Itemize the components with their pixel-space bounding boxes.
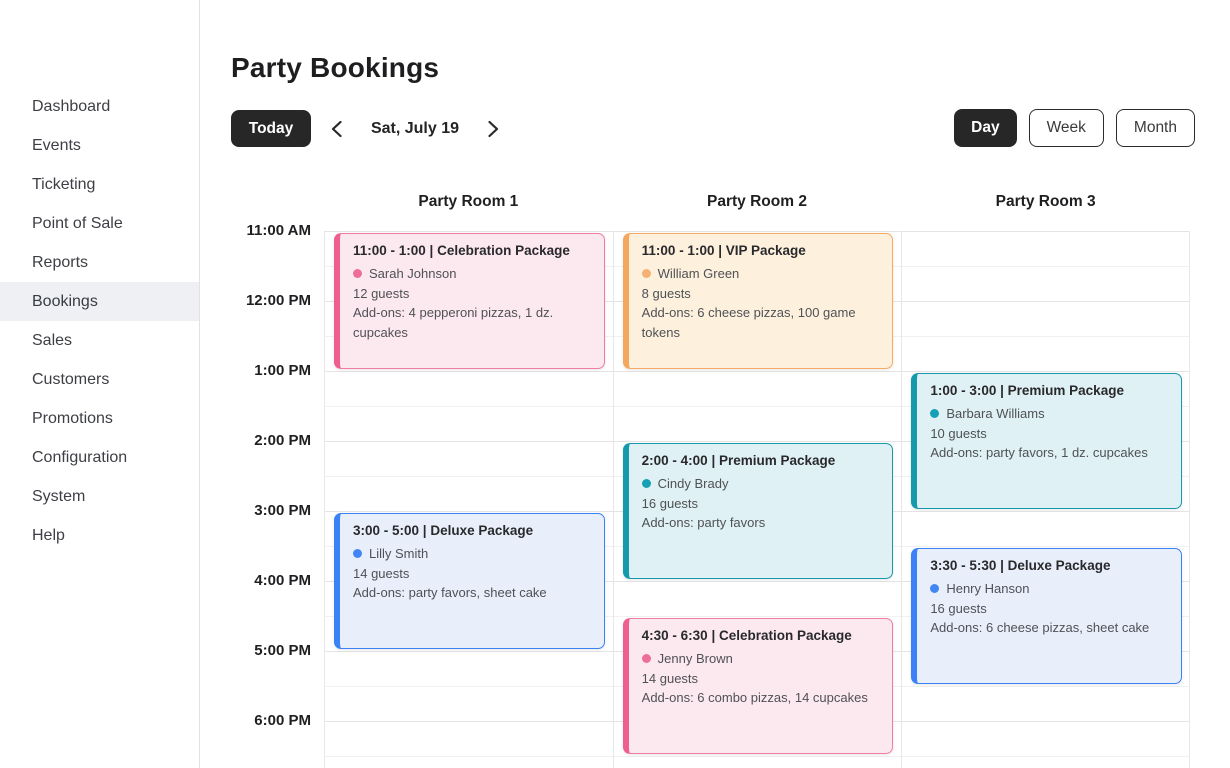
event-title: 11:00 - 1:00 | VIP Package xyxy=(642,243,881,258)
customer-name: Henry Hanson xyxy=(946,579,1029,599)
room-1-column[interactable]: 11:00 - 1:00 | Celebration Package Sarah… xyxy=(324,231,613,768)
event-addons: Add-ons: party favors xyxy=(642,513,881,533)
event-guests: 14 guests xyxy=(642,669,881,689)
sidebar-item-customers[interactable]: Customers xyxy=(0,360,199,399)
event-addons: Add-ons: 6 cheese pizzas, sheet cake xyxy=(930,618,1169,638)
date-navigation: Sat, July 19 xyxy=(324,110,506,147)
customer-name: Barbara Williams xyxy=(946,404,1044,424)
time-label: 1:00 PM xyxy=(200,361,311,381)
customer-dot xyxy=(353,549,362,558)
event-guests: 16 guests xyxy=(930,599,1169,619)
sidebar-item-promotions[interactable]: Promotions xyxy=(0,399,199,438)
event-customer: Sarah Johnson xyxy=(353,264,592,284)
event-card[interactable]: 4:30 - 6:30 | Celebration Package Jenny … xyxy=(623,618,894,754)
current-date-label: Sat, July 19 xyxy=(367,120,463,138)
event-customer: Henry Hanson xyxy=(930,579,1169,599)
main-content: Party Bookings Today Sat, July 19 Day We… xyxy=(200,0,1230,768)
customer-dot xyxy=(642,479,651,488)
room-headers: Party Room 1 Party Room 2 Party Room 3 xyxy=(324,193,1190,211)
view-switcher: Day Week Month xyxy=(954,109,1195,147)
sidebar-item-system[interactable]: System xyxy=(0,477,199,516)
calendar-grid: 11:00 - 1:00 | Celebration Package Sarah… xyxy=(324,231,1190,768)
event-card[interactable]: 11:00 - 1:00 | VIP Package William Green… xyxy=(623,233,894,369)
customer-name: Sarah Johnson xyxy=(369,264,456,284)
event-addons: Add-ons: party favors, sheet cake xyxy=(353,583,592,603)
page-title: Party Bookings xyxy=(231,52,439,84)
event-addons: Add-ons: 6 cheese pizzas, 100 game token… xyxy=(642,303,881,342)
customer-dot xyxy=(353,269,362,278)
chevron-left-icon xyxy=(330,120,343,138)
sidebar-item-bookings[interactable]: Bookings xyxy=(0,282,199,321)
customer-name: William Green xyxy=(658,264,740,284)
event-customer: William Green xyxy=(642,264,881,284)
customer-name: Cindy Brady xyxy=(658,474,729,494)
event-customer: Lilly Smith xyxy=(353,544,592,564)
sidebar: Dashboard Events Ticketing Point of Sale… xyxy=(0,0,200,768)
event-title: 11:00 - 1:00 | Celebration Package xyxy=(353,243,592,258)
event-card[interactable]: 3:30 - 5:30 | Deluxe Package Henry Hanso… xyxy=(911,548,1182,684)
sidebar-item-sales[interactable]: Sales xyxy=(0,321,199,360)
customer-name: Lilly Smith xyxy=(369,544,428,564)
view-day-button[interactable]: Day xyxy=(954,109,1016,147)
view-week-button[interactable]: Week xyxy=(1029,109,1104,147)
view-month-button[interactable]: Month xyxy=(1116,109,1195,147)
party-bookings-app: Dashboard Events Ticketing Point of Sale… xyxy=(0,0,1230,768)
time-label: 11:00 AM xyxy=(200,221,311,241)
chevron-right-icon xyxy=(487,120,500,138)
sidebar-item-configuration[interactable]: Configuration xyxy=(0,438,199,477)
room-3-column[interactable]: 1:00 - 3:00 | Premium Package Barbara Wi… xyxy=(901,231,1190,768)
event-guests: 16 guests xyxy=(642,494,881,514)
sidebar-item-point-of-sale[interactable]: Point of Sale xyxy=(0,204,199,243)
sidebar-nav: Dashboard Events Ticketing Point of Sale… xyxy=(0,87,199,555)
event-card[interactable]: 2:00 - 4:00 | Premium Package Cindy Brad… xyxy=(623,443,894,579)
time-label: 3:00 PM xyxy=(200,501,311,521)
room-2-column[interactable]: 11:00 - 1:00 | VIP Package William Green… xyxy=(613,231,902,768)
event-card[interactable]: 11:00 - 1:00 | Celebration Package Sarah… xyxy=(334,233,605,369)
customer-dot xyxy=(642,654,651,663)
time-label: 6:00 PM xyxy=(200,711,311,731)
sidebar-item-events[interactable]: Events xyxy=(0,126,199,165)
room-header-1: Party Room 1 xyxy=(324,193,613,211)
event-customer: Jenny Brown xyxy=(642,649,881,669)
event-title: 3:00 - 5:00 | Deluxe Package xyxy=(353,523,592,538)
event-addons: Add-ons: 6 combo pizzas, 14 cupcakes xyxy=(642,688,881,708)
customer-dot xyxy=(930,584,939,593)
prev-day-button[interactable] xyxy=(324,116,349,142)
event-addons: Add-ons: 4 pepperoni pizzas, 1 dz. cupca… xyxy=(353,303,592,342)
sidebar-item-reports[interactable]: Reports xyxy=(0,243,199,282)
event-addons: Add-ons: party favors, 1 dz. cupcakes xyxy=(930,443,1169,463)
event-title: 3:30 - 5:30 | Deluxe Package xyxy=(930,558,1169,573)
time-label: 2:00 PM xyxy=(200,431,311,451)
event-guests: 12 guests xyxy=(353,284,592,304)
sidebar-item-dashboard[interactable]: Dashboard xyxy=(0,87,199,126)
event-card[interactable]: 1:00 - 3:00 | Premium Package Barbara Wi… xyxy=(911,373,1182,509)
customer-dot xyxy=(930,409,939,418)
customer-dot xyxy=(642,269,651,278)
event-title: 2:00 - 4:00 | Premium Package xyxy=(642,453,881,468)
time-label: 4:00 PM xyxy=(200,571,311,591)
event-guests: 14 guests xyxy=(353,564,592,584)
event-customer: Cindy Brady xyxy=(642,474,881,494)
room-header-2: Party Room 2 xyxy=(613,193,902,211)
today-button[interactable]: Today xyxy=(231,110,311,147)
event-card[interactable]: 3:00 - 5:00 | Deluxe Package Lilly Smith… xyxy=(334,513,605,649)
customer-name: Jenny Brown xyxy=(658,649,733,669)
event-customer: Barbara Williams xyxy=(930,404,1169,424)
sidebar-item-help[interactable]: Help xyxy=(0,516,199,555)
event-title: 4:30 - 6:30 | Celebration Package xyxy=(642,628,881,643)
event-guests: 10 guests xyxy=(930,424,1169,444)
time-label: 5:00 PM xyxy=(200,641,311,661)
sidebar-item-ticketing[interactable]: Ticketing xyxy=(0,165,199,204)
event-guests: 8 guests xyxy=(642,284,881,304)
time-label: 12:00 PM xyxy=(200,291,311,311)
next-day-button[interactable] xyxy=(481,116,506,142)
room-header-3: Party Room 3 xyxy=(901,193,1190,211)
event-title: 1:00 - 3:00 | Premium Package xyxy=(930,383,1169,398)
